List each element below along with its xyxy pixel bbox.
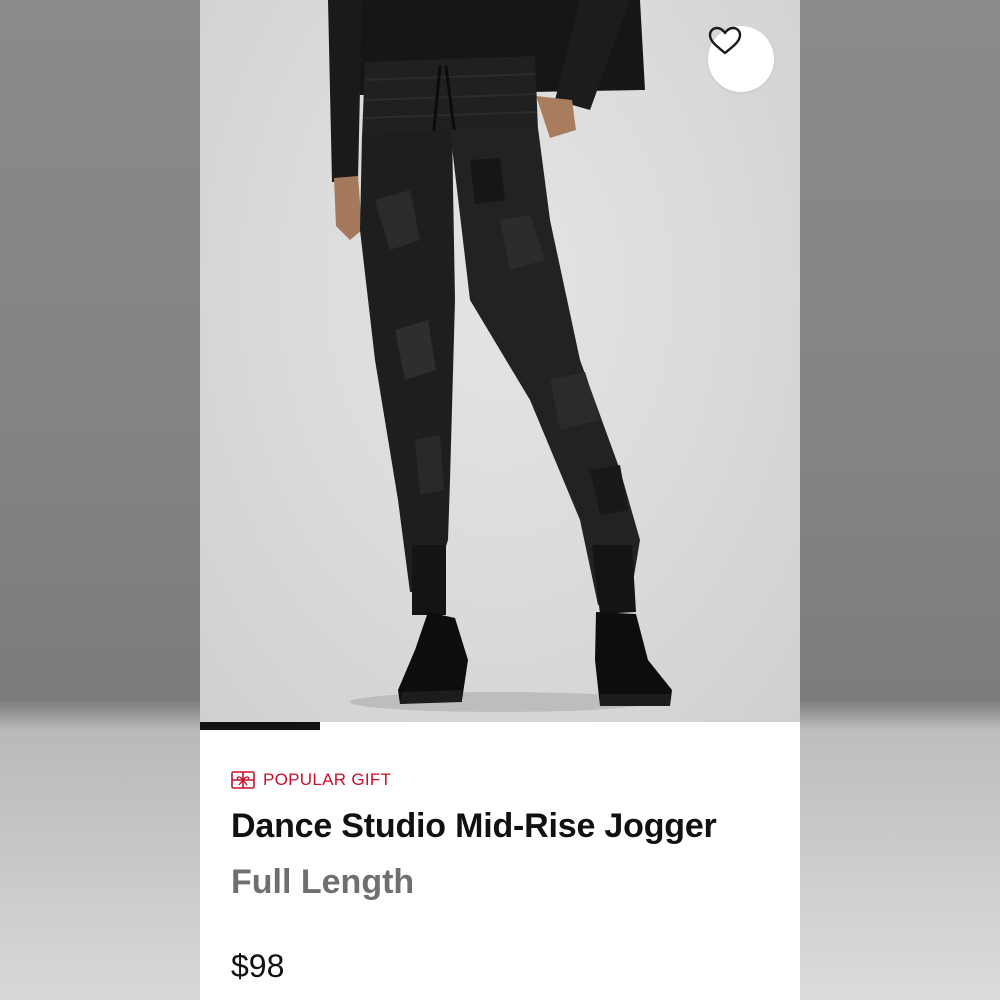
product-price: $98 (231, 948, 285, 984)
carousel-progress (200, 722, 800, 730)
badge-label: POPULAR GIFT (263, 770, 392, 789)
popular-gift-badge: POPULAR GIFT (231, 770, 791, 790)
product-photo-illustration (328, 0, 672, 712)
product-card[interactable]: POPULAR GIFT Dance Studio Mid-Rise Jogge… (200, 0, 800, 1000)
product-image[interactable] (200, 0, 800, 722)
backdrop-right (800, 0, 1000, 1000)
backdrop-left (0, 0, 200, 1000)
product-length: Full Length (231, 863, 415, 901)
carousel-progress-fill (200, 722, 320, 730)
heart-outline-icon (708, 26, 742, 55)
product-info: POPULAR GIFT Dance Studio Mid-Rise Jogge… (231, 770, 791, 984)
wishlist-button[interactable] (708, 26, 774, 92)
gift-icon (231, 771, 255, 789)
product-title[interactable]: Dance Studio Mid-Rise Jogger (231, 806, 791, 846)
